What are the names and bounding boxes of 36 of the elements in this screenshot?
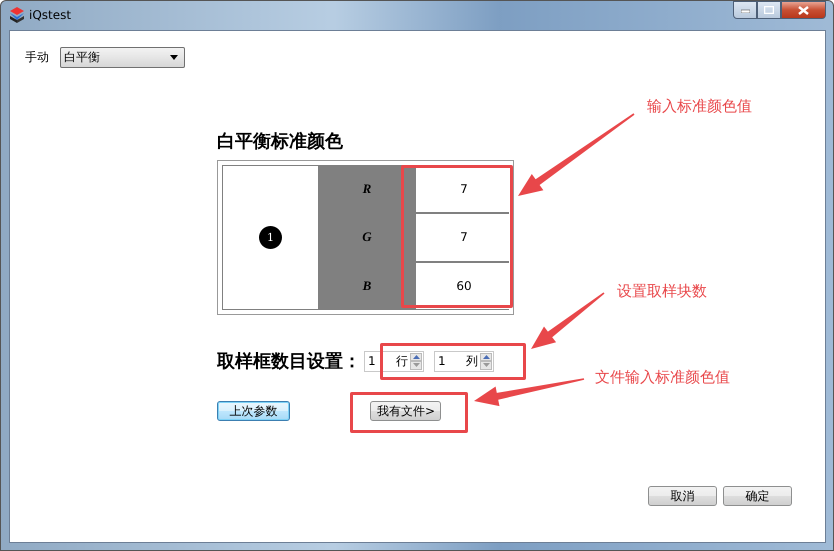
arrow-icon	[531, 292, 604, 349]
minimize-icon	[740, 7, 750, 13]
value-cell[interactable]: 7	[416, 166, 512, 212]
close-button[interactable]	[781, 1, 826, 19]
close-icon	[798, 6, 809, 14]
mode-label: 手动	[25, 49, 49, 66]
spin-up-icon[interactable]	[480, 352, 492, 361]
maximize-button[interactable]	[757, 1, 781, 19]
mode-dropdown[interactable]: 白平衡	[60, 47, 185, 68]
maximize-icon	[764, 6, 774, 14]
channel-label: B	[362, 276, 372, 295]
window-title: iQstest	[29, 8, 72, 22]
spin-up-icon[interactable]	[410, 352, 422, 361]
arrow-icon	[518, 113, 634, 196]
dropdown-arrow-icon	[170, 55, 178, 60]
cancel-button[interactable]: 取消	[648, 486, 717, 506]
annotation-text: 文件输入标准颜色值	[595, 368, 730, 387]
section-title: 白平衡标准颜色	[217, 130, 344, 151]
annotation-text: 输入标准颜色值	[647, 97, 752, 116]
unit-label: 列	[466, 352, 478, 370]
section-title: 取样框数目设置：	[217, 350, 361, 373]
minimize-button[interactable]	[733, 1, 757, 19]
spin-box[interactable]: 1 列	[434, 350, 494, 372]
annotation-text: 设置取样块数	[617, 282, 707, 301]
arrow-icon	[474, 378, 584, 406]
file-button[interactable]: 我有文件>	[370, 401, 441, 421]
spin-box[interactable]: 1 行	[364, 350, 424, 372]
unit-label: 行	[396, 352, 408, 370]
value-cell[interactable]: 7	[416, 214, 512, 261]
channel-label: R	[362, 180, 372, 198]
marker-circle: 1	[259, 226, 282, 249]
app-logo-icon	[10, 7, 24, 23]
ok-button[interactable]: 确定	[723, 486, 792, 506]
channel-label: G	[361, 228, 373, 246]
last-params-button[interactable]: 上次参数	[217, 401, 290, 421]
value-cell[interactable]: 60	[416, 262, 512, 309]
